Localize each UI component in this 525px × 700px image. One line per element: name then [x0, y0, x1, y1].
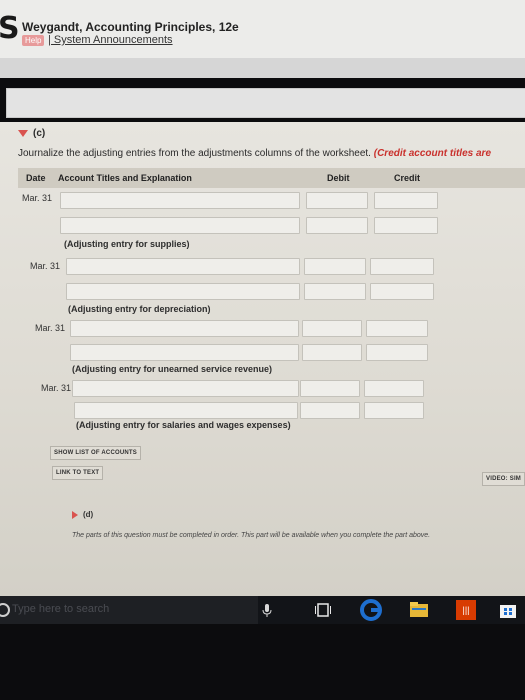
- microphone-icon[interactable]: [262, 604, 272, 618]
- column-header-credit: Credit: [394, 173, 421, 183]
- store-icon[interactable]: [500, 602, 516, 618]
- entry-4-account-line-2[interactable]: [74, 402, 298, 419]
- cortana-icon: [0, 603, 10, 617]
- entry-2-debit-line-1[interactable]: [304, 258, 366, 275]
- entry-1-account-line-1[interactable]: [60, 192, 300, 209]
- entry-2-credit-line-1[interactable]: [370, 258, 434, 275]
- taskbar-search-box[interactable]: Type here to search: [0, 596, 272, 624]
- video-button[interactable]: VIDEO: SIM: [482, 472, 525, 486]
- entry-4-note: (Adjusting entry for salaries and wages …: [76, 420, 291, 430]
- instruction-note: (Credit account titles are: [373, 148, 492, 159]
- file-explorer-icon[interactable]: [410, 602, 428, 617]
- entry-2-account-line-1[interactable]: [66, 258, 300, 275]
- app-header: S Weygandt, Accounting Principles, 12e H…: [0, 0, 525, 58]
- collapsed-triangle-icon: [72, 510, 78, 519]
- entry-1-account-line-2[interactable]: [60, 217, 300, 234]
- entry-2-credit-line-2[interactable]: [370, 283, 434, 300]
- part-d-message: The parts of this question must be compl…: [72, 532, 431, 539]
- entry-4-credit-line-1[interactable]: [364, 380, 424, 397]
- column-header-debit: Debit: [327, 173, 350, 183]
- entry-2-date: Mar. 31: [30, 261, 61, 271]
- help-button[interactable]: Help: [22, 35, 45, 46]
- system-announcements-link[interactable]: | System Announcements: [48, 34, 173, 46]
- entry-4-account-line-1[interactable]: [72, 380, 299, 397]
- entry-3-account-line-2[interactable]: [70, 344, 299, 361]
- office-app-icon[interactable]: |||: [456, 600, 476, 620]
- entry-2-note: (Adjusting entry for depreciation): [68, 304, 211, 314]
- expand-triangle-icon: [18, 129, 28, 137]
- part-c-instruction: Journalize the adjusting entries from th…: [18, 148, 491, 159]
- task-view-icon[interactable]: [315, 603, 331, 617]
- link-to-text-button[interactable]: LINK TO TEXT: [52, 466, 104, 480]
- search-placeholder: Type here to search: [12, 603, 110, 615]
- entry-2-debit-line-2[interactable]: [304, 283, 366, 300]
- entry-3-account-line-1[interactable]: [70, 320, 299, 337]
- entry-4-credit-line-2[interactable]: [364, 402, 424, 419]
- show-list-of-accounts-button[interactable]: SHOW LIST OF ACCOUNTS: [50, 446, 141, 460]
- part-c-label: (c): [33, 128, 46, 139]
- header-divider: [0, 58, 525, 78]
- entry-1-note: (Adjusting entry for supplies): [64, 239, 190, 249]
- edge-browser-icon[interactable]: [360, 599, 382, 621]
- empty-panel: [6, 88, 525, 118]
- entry-3-debit-line-1[interactable]: [302, 320, 362, 337]
- app-logo[interactable]: S: [0, 14, 20, 44]
- part-c-toggle[interactable]: (c): [18, 128, 45, 139]
- column-header-account: Account Titles and Explanation: [58, 173, 192, 183]
- entry-3-note: (Adjusting entry for unearned service re…: [72, 364, 273, 374]
- part-d-toggle[interactable]: (d): [72, 510, 93, 519]
- entry-1-debit-line-1[interactable]: [306, 192, 368, 209]
- part-d-label: (d): [83, 510, 94, 519]
- entry-1-credit-line-2[interactable]: [374, 217, 438, 234]
- windows-taskbar: Type here to search |||: [0, 596, 525, 624]
- entry-3-debit-line-2[interactable]: [302, 344, 362, 361]
- entry-2-account-line-2[interactable]: [66, 283, 300, 300]
- entry-4-debit-line-2[interactable]: [300, 402, 360, 419]
- entry-4-date: Mar. 31: [41, 383, 72, 393]
- entry-4-debit-line-1[interactable]: [300, 380, 360, 397]
- entry-1-date: Mar. 31: [22, 193, 53, 203]
- entry-3-credit-line-2[interactable]: [366, 344, 428, 361]
- column-header-date: Date: [26, 173, 46, 183]
- journal-table-header: Date Account Titles and Explanation Debi…: [18, 168, 525, 188]
- entry-1-debit-line-2[interactable]: [306, 217, 368, 234]
- entry-1-credit-line-1[interactable]: [374, 192, 438, 209]
- instruction-text: Journalize the adjusting entries from th…: [18, 148, 371, 159]
- entry-3-credit-line-1[interactable]: [366, 320, 428, 337]
- entry-3-date: Mar. 31: [35, 323, 66, 333]
- book-title: Weygandt, Accounting Principles, 12e: [22, 20, 239, 34]
